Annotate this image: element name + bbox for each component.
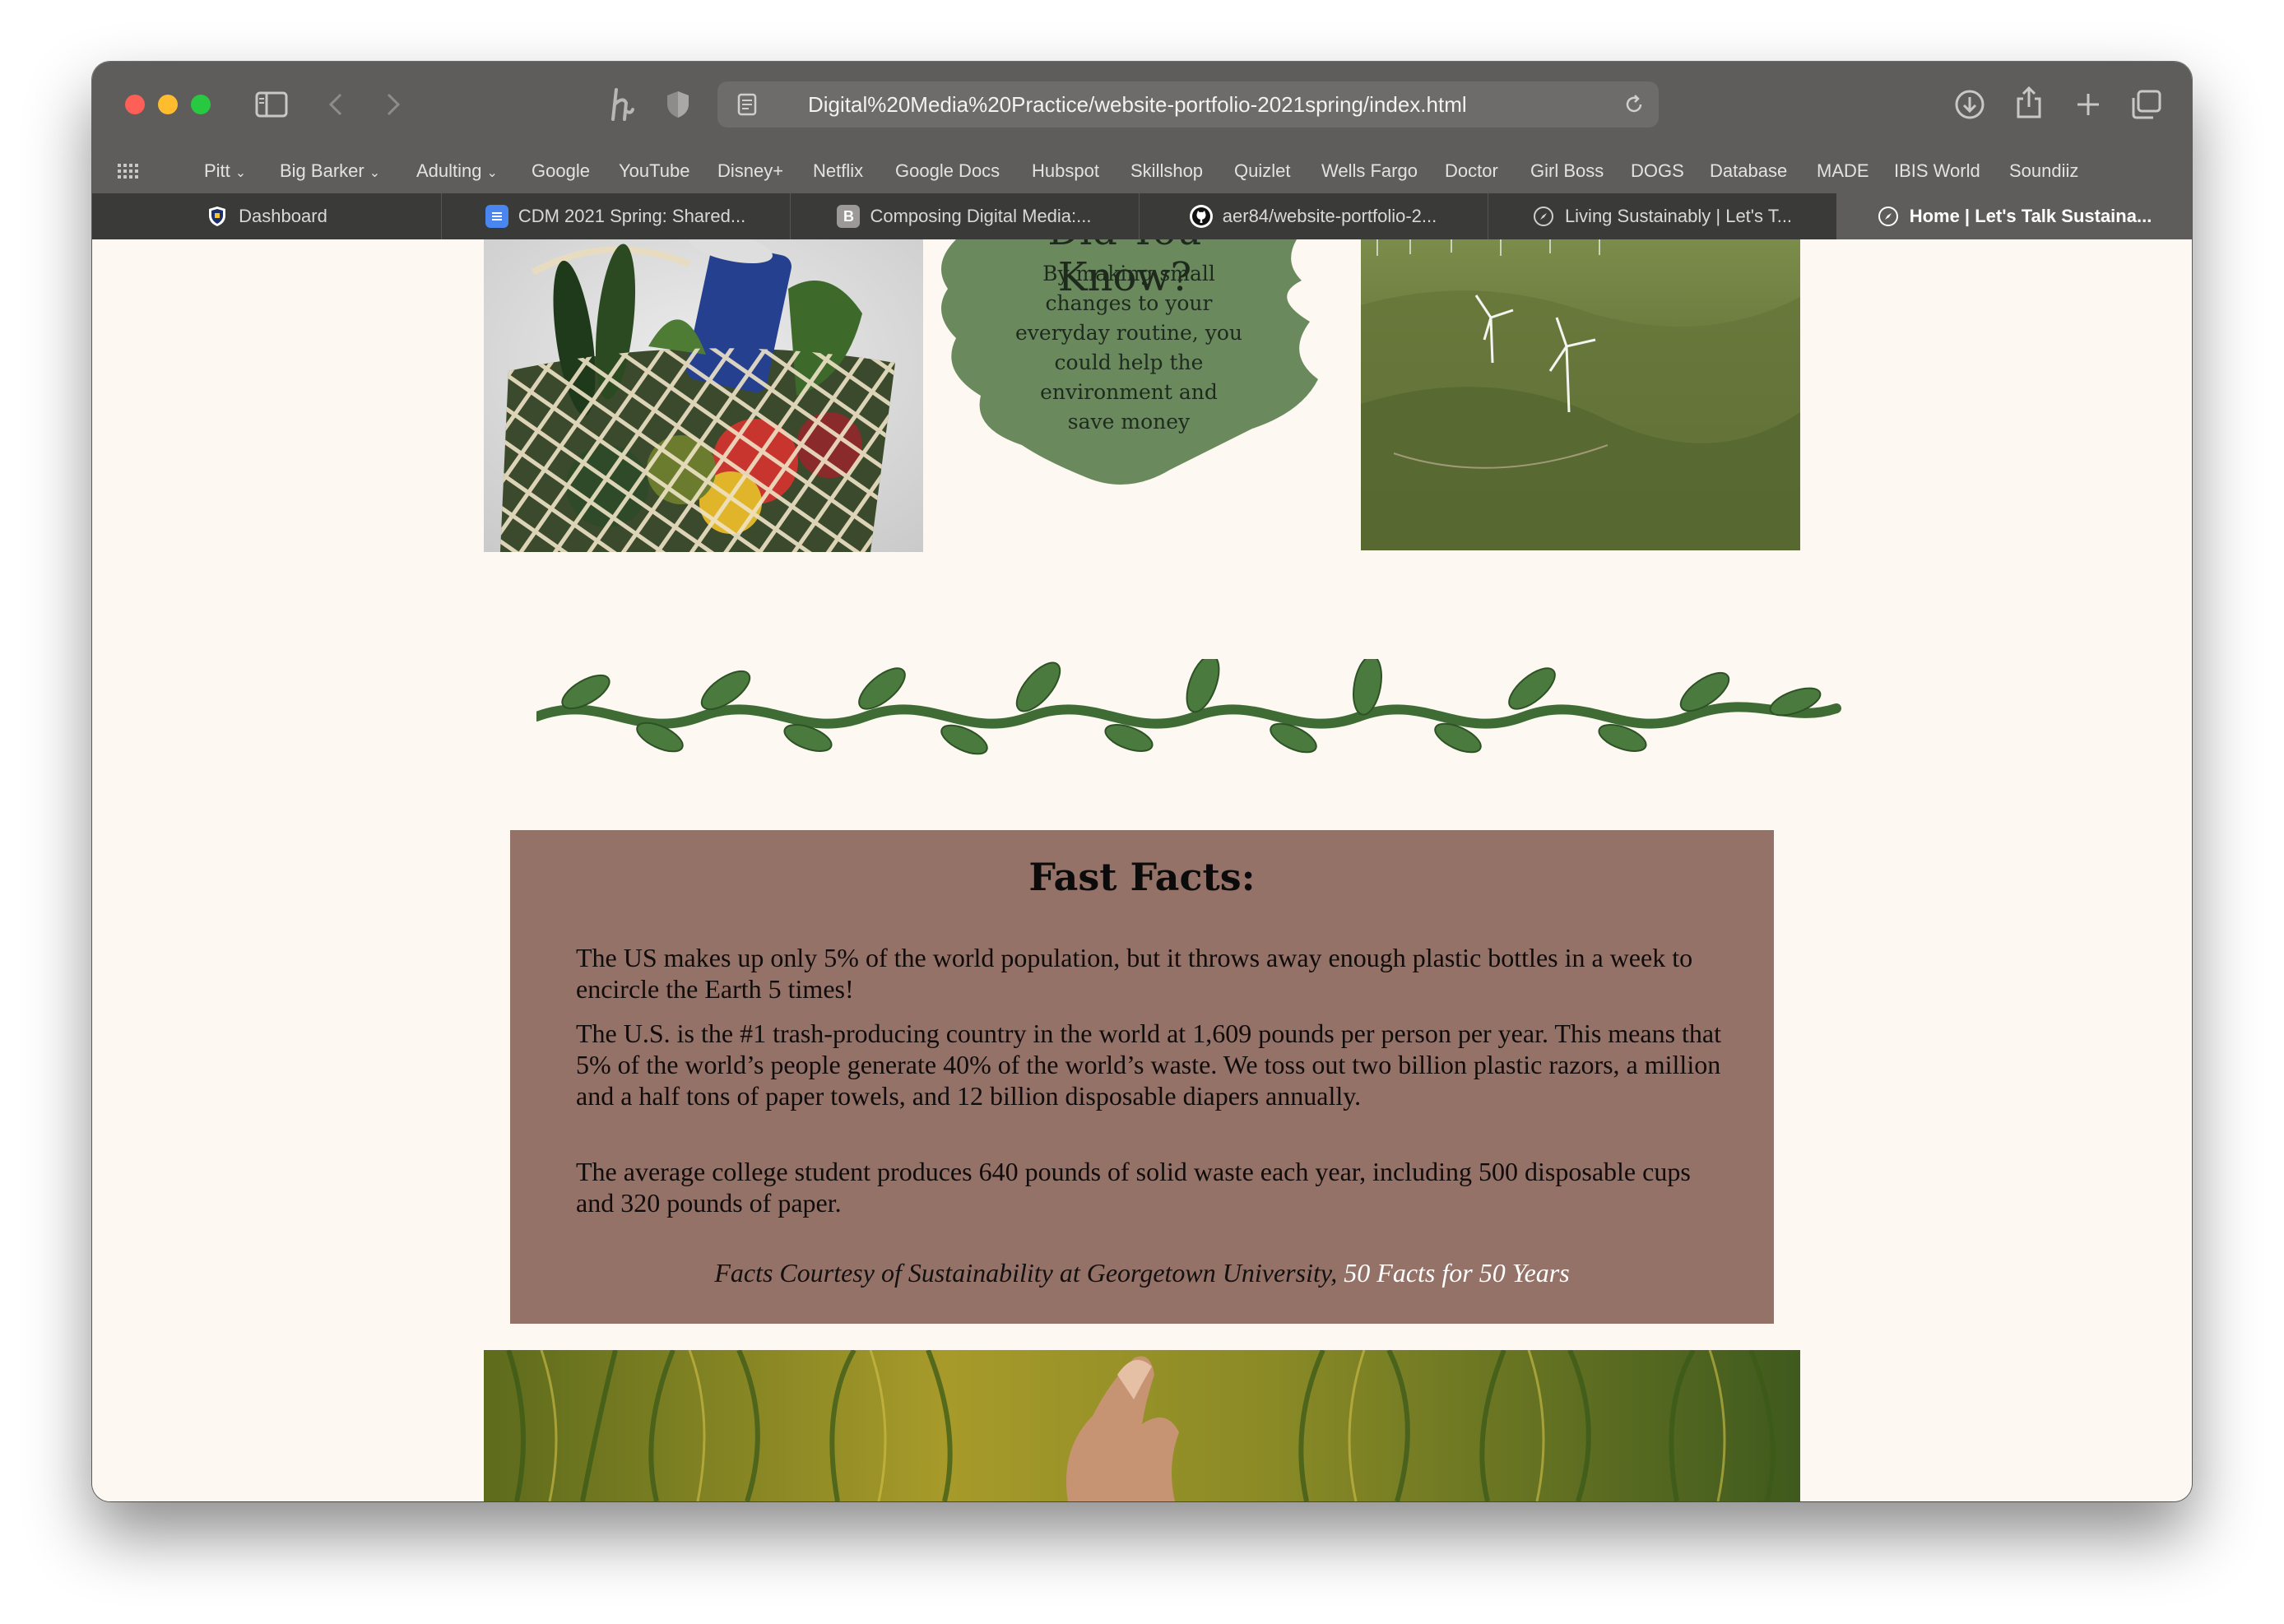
chevron-down-icon: ⌄ <box>486 166 498 180</box>
facts-credit-text: Facts Courtesy of Sustainability at Geor… <box>714 1258 1344 1288</box>
vine-divider <box>536 659 1841 755</box>
tab-label: aer84/website-portfolio-2... <box>1222 206 1437 226</box>
facts-credit: Facts Courtesy of Sustainability at Geor… <box>510 1258 1774 1288</box>
tab-github-repo[interactable]: aer84/website-portfolio-2... <box>1139 193 1488 239</box>
fact-item: The U.S. is the #1 trash-producing count… <box>576 1018 1722 1111</box>
favorites-bar: Pitt ⌄ Big Barker ⌄ Adulting ⌄ Google YouTu… <box>92 149 2192 193</box>
share-icon[interactable] <box>2011 83 2047 123</box>
chevron-down-icon: ⌄ <box>369 166 381 180</box>
favorite-made[interactable]: MADE <box>1817 149 1869 193</box>
honey-extension-icon[interactable] <box>602 85 640 124</box>
github-icon <box>1189 205 1213 228</box>
favorite-google-docs[interactable]: Google Docs <box>895 149 1000 193</box>
tab-cdm-2021-spring[interactable]: CDM 2021 Spring: Shared... <box>441 193 791 239</box>
compass-icon <box>1532 205 1555 228</box>
favorite-soundiiz[interactable]: Soundiiz <box>2009 149 2078 193</box>
fact-item: The US makes up only 5% of the world pop… <box>576 943 1693 1004</box>
google-docs-icon <box>485 205 508 228</box>
favorite-girl-boss[interactable]: Girl Boss <box>1530 149 1604 193</box>
tab-bar: Dashboard CDM 2021 Spring: Shared... B C… <box>92 193 2192 239</box>
tab-living-sustainably[interactable]: Living Sustainably | Let's T... <box>1488 193 1837 239</box>
facts-source-link[interactable]: 50 Facts for 50 Years <box>1344 1258 1569 1288</box>
tab-dashboard[interactable]: Dashboard <box>92 193 442 239</box>
privacy-shield-icon[interactable] <box>662 86 694 123</box>
favorite-netflix[interactable]: Netflix <box>813 149 863 193</box>
tab-label: Living Sustainably | Let's T... <box>1564 206 1793 226</box>
sidebar-toggle-icon[interactable] <box>253 86 290 123</box>
favorite-dogs[interactable]: DOGS <box>1631 149 1684 193</box>
reload-icon[interactable] <box>1619 90 1649 119</box>
tab-composing-digital-media[interactable]: B Composing Digital Media:... <box>790 193 1140 239</box>
pitt-shield-icon <box>206 205 229 228</box>
browser-toolbar: Digital%20Media%20Practice/website-portf… <box>92 62 2192 149</box>
tab-label: Dashboard <box>239 206 327 226</box>
fast-facts-box: Fast Facts: The US makes up only 5% of t… <box>510 830 1774 1324</box>
tab-label: Composing Digital Media:... <box>870 206 1092 226</box>
fast-facts-title: Fast Facts: <box>1028 855 1256 899</box>
favorite-google[interactable]: Google <box>532 149 590 193</box>
favorite-pitt[interactable]: Pitt ⌄ <box>204 149 246 196</box>
favorite-database[interactable]: Database <box>1710 149 1787 193</box>
tab-home-lets-talk-sustainability[interactable]: Home | Let's Talk Sustaina... <box>1836 193 2192 239</box>
favorite-adulting[interactable]: Adulting ⌄ <box>416 149 498 196</box>
fact-item: The average college student produces 640… <box>576 1157 1691 1218</box>
reader-mode-icon[interactable] <box>732 90 762 119</box>
favorite-label: Big Barker <box>280 160 364 181</box>
compass-icon <box>1877 205 1900 228</box>
favorite-ibis-world[interactable]: IBIS World <box>1894 149 1980 193</box>
grocery-bag-photo <box>484 239 923 552</box>
favorite-big-barker[interactable]: Big Barker ⌄ <box>280 149 380 196</box>
did-you-know-text: By making small changes to your everyday… <box>1015 262 1242 434</box>
tab-overview-icon[interactable] <box>2128 86 2164 123</box>
favorite-wells-fargo[interactable]: Wells Fargo <box>1321 149 1418 193</box>
new-tab-icon[interactable] <box>2070 86 2106 123</box>
apps-grid-icon[interactable] <box>115 159 142 183</box>
favorite-doctor[interactable]: Doctor <box>1445 149 1498 193</box>
tab-label: Home | Let's Talk Sustaina... <box>1909 206 2152 226</box>
downloads-icon[interactable] <box>1952 86 1988 123</box>
favorite-disney-plus[interactable]: Disney+ <box>717 149 783 193</box>
favorite-label: Pitt <box>204 160 230 181</box>
favorite-quizlet[interactable]: Quizlet <box>1234 149 1290 193</box>
tab-label: CDM 2021 Spring: Shared... <box>518 206 746 226</box>
hand-in-grass-photo <box>484 1350 1800 1501</box>
chevron-down-icon: ⌄ <box>234 166 247 180</box>
zoom-window-button[interactable] <box>191 95 211 114</box>
browser-window: Digital%20Media%20Practice/website-portf… <box>92 62 2192 1501</box>
b-letter-icon: B <box>837 205 861 228</box>
favorite-label: Adulting <box>416 160 482 181</box>
url-text[interactable]: Digital%20Media%20Practice/website-portf… <box>808 81 1573 128</box>
minimize-window-button[interactable] <box>158 95 178 114</box>
address-bar[interactable]: Digital%20Media%20Practice/website-portf… <box>717 81 1659 128</box>
wind-turbines-photo <box>1361 239 1800 550</box>
favorite-hubspot[interactable]: Hubspot <box>1032 149 1099 193</box>
page-content: Did You Know? By making small changes to… <box>92 239 2192 1501</box>
forward-button[interactable] <box>377 86 410 123</box>
favorite-youtube[interactable]: YouTube <box>619 149 689 193</box>
favorite-skillshop[interactable]: Skillshop <box>1130 149 1203 193</box>
close-window-button[interactable] <box>125 95 145 114</box>
back-button[interactable] <box>319 86 352 123</box>
